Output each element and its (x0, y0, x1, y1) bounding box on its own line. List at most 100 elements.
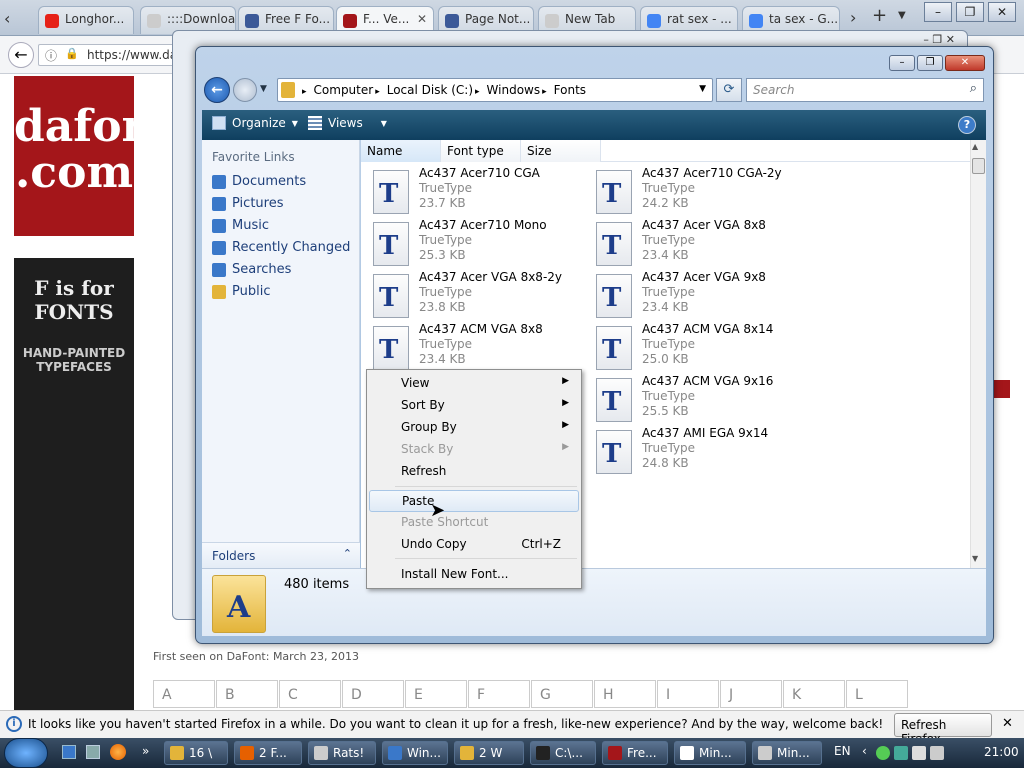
column-header-font-type[interactable]: Font type (441, 140, 521, 162)
switch-windows-icon[interactable] (86, 745, 100, 759)
scrollbar-thumb[interactable] (972, 158, 985, 174)
vertical-scrollbar[interactable]: ▲ ▼ (970, 140, 986, 568)
alphabet-link[interactable]: F (468, 680, 530, 708)
breadcrumb-separator-icon[interactable]: ▸ (475, 87, 480, 97)
alphabet-link[interactable]: K (783, 680, 845, 708)
font-file-item[interactable]: T Ac437 Acer710 Mono TrueType 25.3 KB (361, 218, 581, 270)
new-tab-button[interactable]: + (872, 5, 887, 26)
taskbar-button[interactable]: 2 W (454, 741, 524, 765)
organize-button[interactable]: Organize ▼ (212, 116, 298, 130)
taskbar-button[interactable]: 2 F... (234, 741, 302, 765)
favorite-link[interactable]: Pictures (212, 196, 283, 211)
alphabet-link[interactable]: D (342, 680, 404, 708)
favorite-link[interactable]: Searches (212, 262, 291, 277)
breadcrumb-item[interactable]: Windows (487, 83, 541, 97)
alphabet-link[interactable]: B (216, 680, 278, 708)
font-file-item[interactable]: T Ac437 AMI EGA 9x14 TrueType 24.8 KB (584, 426, 804, 478)
language-indicator[interactable]: EN (834, 744, 851, 758)
taskbar-button[interactable]: Min... (674, 741, 746, 765)
fonts-advertisement[interactable]: F is for FONTS HAND-PAINTED TYPEFACES (14, 258, 134, 710)
quicklaunch-overflow-icon[interactable]: » (142, 744, 149, 758)
taskbar-button[interactable]: Rats! (308, 741, 376, 765)
breadcrumb-item[interactable]: Computer (314, 83, 374, 97)
taskbar-button[interactable]: Fre... (602, 741, 668, 765)
taskbar-button[interactable]: Win... (382, 741, 448, 765)
font-file-item[interactable]: T Ac437 ACM VGA 8x8 TrueType 23.4 KB (361, 322, 581, 374)
font-file-item[interactable]: T Ac437 Acer710 CGA TrueType 23.7 KB (361, 166, 581, 218)
font-file-item[interactable]: T Ac437 Acer VGA 8x8 TrueType 23.4 KB (584, 218, 804, 270)
favorite-link[interactable]: Music (212, 218, 269, 233)
tray-icon[interactable] (912, 746, 926, 760)
clock[interactable]: 21:00 (984, 745, 1019, 759)
browser-tab[interactable]: Longhor... (38, 6, 134, 34)
favorite-link[interactable]: Recently Changed (212, 240, 350, 255)
breadcrumb-item[interactable]: Local Disk (C:) (387, 83, 473, 97)
breadcrumb-separator-icon[interactable]: ▸ (375, 87, 380, 97)
alphabet-link[interactable]: L (846, 680, 908, 708)
menu-item-view[interactable]: View ▶ (369, 373, 579, 395)
alphabet-link[interactable]: I (657, 680, 719, 708)
scroll-down-icon[interactable]: ▼ (972, 554, 978, 563)
help-icon[interactable]: ? (958, 116, 976, 134)
menu-item-refresh[interactable]: Refresh (369, 461, 579, 483)
tab-scroll-right-icon[interactable]: › (850, 8, 856, 27)
explorer-forward-button[interactable] (233, 78, 257, 102)
explorer-minimize-button[interactable]: – (889, 55, 915, 71)
font-file-item[interactable]: T Ac437 Acer VGA 9x8 TrueType 23.4 KB (584, 270, 804, 322)
menu-item-sort-by[interactable]: Sort By ▶ (369, 395, 579, 417)
explorer-back-button[interactable]: ← (204, 77, 230, 103)
taskbar-button[interactable]: 16 \ (164, 741, 228, 765)
search-input[interactable]: Search ⌕ (746, 78, 984, 102)
close-tab-icon[interactable]: ✕ (417, 12, 427, 26)
alphabet-link[interactable]: H (594, 680, 656, 708)
breadcrumb-item[interactable]: Fonts (554, 83, 586, 97)
tray-expand-icon[interactable]: ‹ (862, 744, 867, 758)
volume-icon[interactable] (930, 746, 944, 760)
column-header-size[interactable]: Size (521, 140, 601, 162)
explorer-maximize-button[interactable]: ❐ (917, 55, 943, 71)
font-file-item[interactable]: T Ac437 Acer VGA 8x8-2y TrueType 23.8 KB (361, 270, 581, 322)
scroll-up-icon[interactable]: ▲ (972, 142, 978, 151)
explorer-close-button[interactable]: ✕ (945, 55, 985, 71)
network-icon[interactable] (894, 746, 908, 760)
browser-minimize-button[interactable]: – (924, 2, 952, 22)
refresh-icon[interactable]: ⟳ (716, 78, 742, 102)
close-icon[interactable]: ✕ (1002, 716, 1013, 731)
menu-item-undo-copy[interactable]: Undo Copy Ctrl+Z (369, 534, 579, 556)
browser-close-button[interactable]: ✕ (988, 2, 1016, 22)
show-desktop-icon[interactable] (62, 745, 76, 759)
tab-scroll-left-icon[interactable]: ‹ (4, 9, 10, 28)
menu-item-install-new-font[interactable]: Install New Font... (369, 564, 579, 586)
column-header-name[interactable]: Name (361, 140, 441, 162)
menu-item-group-by[interactable]: Group By ▶ (369, 417, 579, 439)
tab-list-icon[interactable]: ▼ (898, 10, 906, 21)
menu-item-paste[interactable]: Paste (369, 490, 579, 512)
address-bar[interactable]: ▸ Computer ▸ Local Disk (C:) ▸ Windows ▸ Fonts … (277, 78, 713, 102)
font-file-item[interactable]: T Ac437 ACM VGA 8x14 TrueType 25.0 KB (584, 322, 804, 374)
folders-toggle[interactable]: Folders ⌃ (202, 542, 360, 568)
firefox-quicklaunch-icon[interactable] (110, 744, 126, 760)
favorite-link[interactable]: Public (212, 284, 270, 299)
breadcrumb-separator-icon[interactable]: ▸ (302, 87, 307, 97)
search-icon[interactable]: ⌕ (970, 81, 977, 96)
tray-icon[interactable] (876, 746, 890, 760)
taskbar-button[interactable]: C:\... (530, 741, 596, 765)
font-file-item[interactable]: T Ac437 Acer710 CGA-2y TrueType 24.2 KB (584, 166, 804, 218)
font-file-item[interactable]: T Ac437 ACM VGA 9x16 TrueType 25.5 KB (584, 374, 804, 426)
address-dropdown-icon[interactable]: ▼ (699, 84, 706, 94)
recent-pages-icon[interactable]: ▼ (260, 84, 267, 94)
alphabet-link[interactable]: E (405, 680, 467, 708)
alphabet-link[interactable]: J (720, 680, 782, 708)
info-icon[interactable]: ⓘ (45, 47, 57, 64)
breadcrumb-separator-icon[interactable]: ▸ (542, 87, 547, 97)
browser-restore-button[interactable]: ❐ (956, 2, 984, 22)
favorite-link[interactable]: Documents (212, 174, 306, 189)
alphabet-link[interactable]: C (279, 680, 341, 708)
dafont-logo[interactable]: dafont .com (14, 76, 174, 236)
views-button[interactable]: Views ▼ (308, 116, 387, 130)
alphabet-link[interactable]: G (531, 680, 593, 708)
back-button[interactable]: ← (8, 42, 34, 68)
refresh-firefox-button[interactable]: Refresh Firefox... (894, 713, 992, 746)
taskbar-button[interactable]: Min... (752, 741, 822, 765)
alphabet-link[interactable]: A (153, 680, 215, 708)
